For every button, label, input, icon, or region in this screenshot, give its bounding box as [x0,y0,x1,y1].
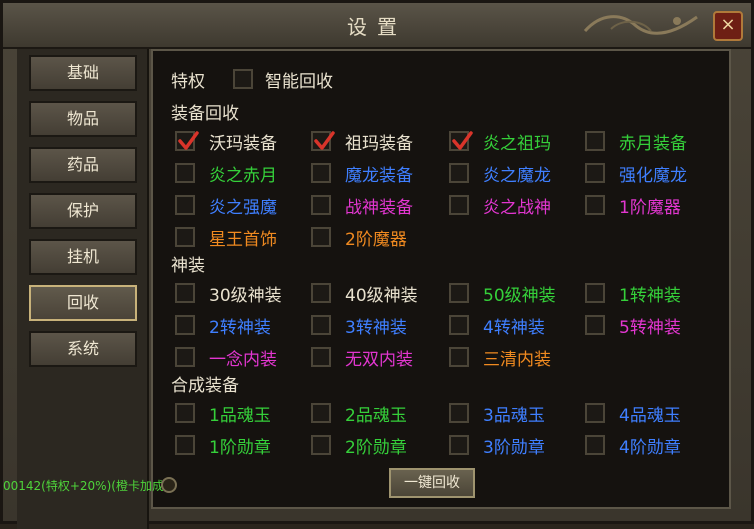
recycle-checkbox[interactable] [449,283,469,303]
status-text: 00142(特权+20%)(橙卡加成) [3,479,169,493]
section-title: 合成装备 [171,376,239,396]
recycle-checkbox[interactable] [175,315,195,335]
recycle-item-label: 无双内装 [345,350,413,370]
recycle-checkbox[interactable] [311,403,331,423]
recycle-checkbox[interactable] [585,435,605,455]
recycle-item-label: 2转神装 [209,318,271,338]
recycle-item-label: 2品魂玉 [345,406,407,426]
recycle-checkbox[interactable] [311,131,335,151]
recycle-checkbox[interactable] [175,131,199,151]
recycle-checkbox[interactable] [585,131,605,151]
recycle-item-label: 5转神装 [619,318,681,338]
recycle-checkbox[interactable] [585,315,605,335]
close-button[interactable]: × [713,11,743,41]
recycle-item-label: 2阶勋章 [345,438,407,458]
recycle-checkbox[interactable] [175,435,195,455]
recycle-item-label: 炎之赤月 [209,166,277,186]
sidebar-item-4[interactable]: 挂机 [29,239,137,275]
sidebar: 基础物品药品保护挂机回收系统 [17,49,149,529]
recycle-item-label: 4品魂玉 [619,406,681,426]
recycle-item-label: 一念内装 [209,350,277,370]
recycle-checkbox[interactable] [585,283,605,303]
recycle-checkbox[interactable] [449,195,469,215]
recycle-checkbox[interactable] [585,163,605,183]
check-icon [178,131,199,150]
recycle-item-label: 战神装备 [345,198,413,218]
privilege-label: 特权 [171,72,205,92]
recycle-item-label: 3品魂玉 [483,406,545,426]
recycle-item-label: 赤月装备 [619,134,687,154]
sidebar-item-2[interactable]: 药品 [29,147,137,183]
recycle-item-label: 4阶勋章 [619,438,681,458]
recycle-checkbox[interactable] [311,315,331,335]
recycle-checkbox[interactable] [449,403,469,423]
recycle-checkbox[interactable] [175,403,195,423]
section-title: 装备回收 [171,104,239,124]
sidebar-item-6[interactable]: 系统 [29,331,137,367]
recycle-item-label: 三清内装 [483,350,551,370]
recycle-checkbox[interactable] [449,435,469,455]
recycle-item-label: 强化魔龙 [619,166,687,186]
recycle-checkbox[interactable] [175,347,195,367]
recycle-item-label: 2阶魔器 [345,230,407,250]
smart-recycle-checkbox[interactable] [233,69,253,89]
dragon-ornament-icon [583,15,698,35]
sidebar-item-1[interactable]: 物品 [29,101,137,137]
recycle-item-label: 炎之魔龙 [483,166,551,186]
recycle-item-label: 祖玛装备 [345,134,413,154]
sidebar-item-3[interactable]: 保护 [29,193,137,229]
recycle-item-label: 炎之祖玛 [483,134,551,154]
recycle-checkbox[interactable] [311,227,331,247]
recycle-checkbox[interactable] [175,195,195,215]
recycle-item-label: 魔龙装备 [345,166,413,186]
recycle-item-label: 4转神装 [483,318,545,338]
recycle-checkbox[interactable] [175,283,195,303]
recycle-checkbox[interactable] [449,347,469,367]
recycle-checkbox[interactable] [311,347,331,367]
recycle-item-label: 50级神装 [483,286,556,306]
recycle-item-label: 1阶勋章 [209,438,271,458]
recycle-item-label: 3转神装 [345,318,407,338]
recycle-panel: 特权 智能回收 装备回收沃玛装备 祖玛装备 炎之祖玛 赤月装备炎之赤月 魔龙装备 炎之魔龙… [151,49,731,509]
recycle-item-label: 1品魂玉 [209,406,271,426]
recycle-item-label: 30级神装 [209,286,282,306]
recycle-item-label: 星王首饰 [209,230,277,250]
recycle-item-label: 炎之强魔 [209,198,277,218]
title-bar[interactable]: 设置 × [3,3,751,49]
recycle-checkbox[interactable] [311,435,331,455]
status-orb-icon [161,477,177,493]
recycle-item-label: 1转神装 [619,286,681,306]
smart-recycle-label: 智能回收 [265,72,333,92]
recycle-all-button[interactable]: 一键回收 [389,468,475,498]
recycle-checkbox[interactable] [311,163,331,183]
recycle-checkbox[interactable] [449,131,473,151]
recycle-item-label: 1阶魔器 [619,198,681,218]
settings-window: 设置 × 基础物品药品保护挂机回收系统 特权 智能回收 装备回收沃玛装备 祖玛装备… [0,0,754,529]
recycle-checkbox[interactable] [449,315,469,335]
recycle-checkbox[interactable] [311,283,331,303]
recycle-checkbox[interactable] [175,163,195,183]
recycle-item-label: 40级神装 [345,286,418,306]
recycle-checkbox[interactable] [311,195,331,215]
recycle-checkbox[interactable] [585,195,605,215]
recycle-item-label: 3阶勋章 [483,438,545,458]
sidebar-item-5[interactable]: 回收 [29,285,137,321]
recycle-checkbox[interactable] [585,403,605,423]
recycle-checkbox[interactable] [449,163,469,183]
recycle-checkbox[interactable] [175,227,195,247]
check-icon [452,131,473,150]
recycle-item-label: 炎之战神 [483,198,551,218]
check-icon [314,131,335,150]
section-title: 神装 [171,256,205,276]
recycle-item-label: 沃玛装备 [209,134,277,154]
sidebar-item-0[interactable]: 基础 [29,55,137,91]
